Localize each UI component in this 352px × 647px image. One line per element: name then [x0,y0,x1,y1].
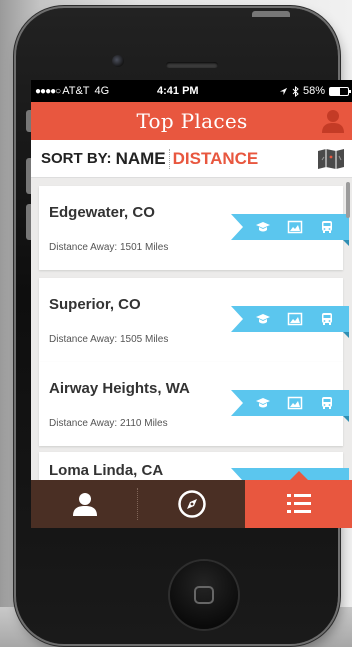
battery-icon [329,86,351,96]
graduation-cap-icon[interactable] [255,312,271,326]
person-icon [322,110,344,133]
place-distance: Distance Away: 1505 Miles [49,334,169,345]
place-name: Edgewater, CO [49,204,155,221]
battery-percent: 58% [302,85,325,97]
tab-profile[interactable] [31,480,138,528]
list-item[interactable]: Superior, CO Distance Away: 1505 Miles [39,278,349,362]
location-arrow-icon [279,87,288,95]
place-name: Superior, CO [49,296,141,313]
sort-option-distance[interactable]: DISTANCE [173,149,259,169]
list-icon [287,494,311,513]
battery-fill [330,87,341,95]
status-right: 58% [279,85,351,97]
signal-strength: ●●●●○ [35,85,61,97]
image-icon[interactable] [287,220,303,234]
place-distance: Distance Away: 2110 Miles [49,418,168,429]
sort-bar: SORT BY: NAME DISTANCE [31,140,352,178]
person-icon [72,493,97,516]
map-button[interactable] [317,148,345,170]
list-scrollbar[interactable] [346,182,350,218]
places-list[interactable]: Edgewater, CO Distance Away: 1501 Miles … [31,178,352,480]
carrier-name: AT&T [62,85,90,97]
status-left: ●●●●○ AT&T 4G [35,85,157,97]
home-button[interactable] [170,561,238,629]
map-icon [318,149,344,169]
graduation-cap-icon[interactable] [255,396,271,410]
graduation-cap-icon[interactable] [255,220,271,234]
compass-icon [177,490,206,518]
image-icon[interactable] [287,312,303,326]
earpiece-speaker [166,62,218,68]
status-bar: ●●●●○ AT&T 4G 4:41 PM 58% [31,80,352,102]
tab-list[interactable] [245,471,352,528]
status-time: 4:41 PM [157,85,199,97]
bus-icon[interactable] [319,312,335,326]
active-tab-indicator [289,471,309,481]
list-item[interactable]: Airway Heights, WA Distance Away: 2110 M… [39,362,349,446]
app-screen: ●●●●○ AT&T 4G 4:41 PM 58% Top Places SOR… [31,80,352,528]
bus-icon[interactable] [319,396,335,410]
network-type: 4G [94,85,110,97]
tab-explore[interactable] [138,480,245,528]
amenity-ribbon [231,214,349,246]
sort-option-name[interactable]: NAME [116,148,170,169]
home-square-icon [194,586,214,604]
place-distance: Distance Away: 1501 Miles [49,242,169,253]
profile-button[interactable] [319,107,347,135]
page-title: Top Places [136,109,248,133]
amenity-ribbon [231,390,349,422]
bus-icon[interactable] [319,220,335,234]
bluetooth-icon [292,85,299,97]
amenity-ribbon [231,306,349,338]
front-camera [112,55,124,67]
sort-label: SORT BY: [41,150,112,167]
place-name: Airway Heights, WA [49,380,190,397]
list-item[interactable]: Edgewater, CO Distance Away: 1501 Miles [39,186,349,270]
tab-bar [31,471,352,528]
power-button [252,11,290,17]
navigation-bar: Top Places [31,102,352,140]
image-icon[interactable] [287,396,303,410]
place-name: Loma Linda, CA [49,462,164,479]
